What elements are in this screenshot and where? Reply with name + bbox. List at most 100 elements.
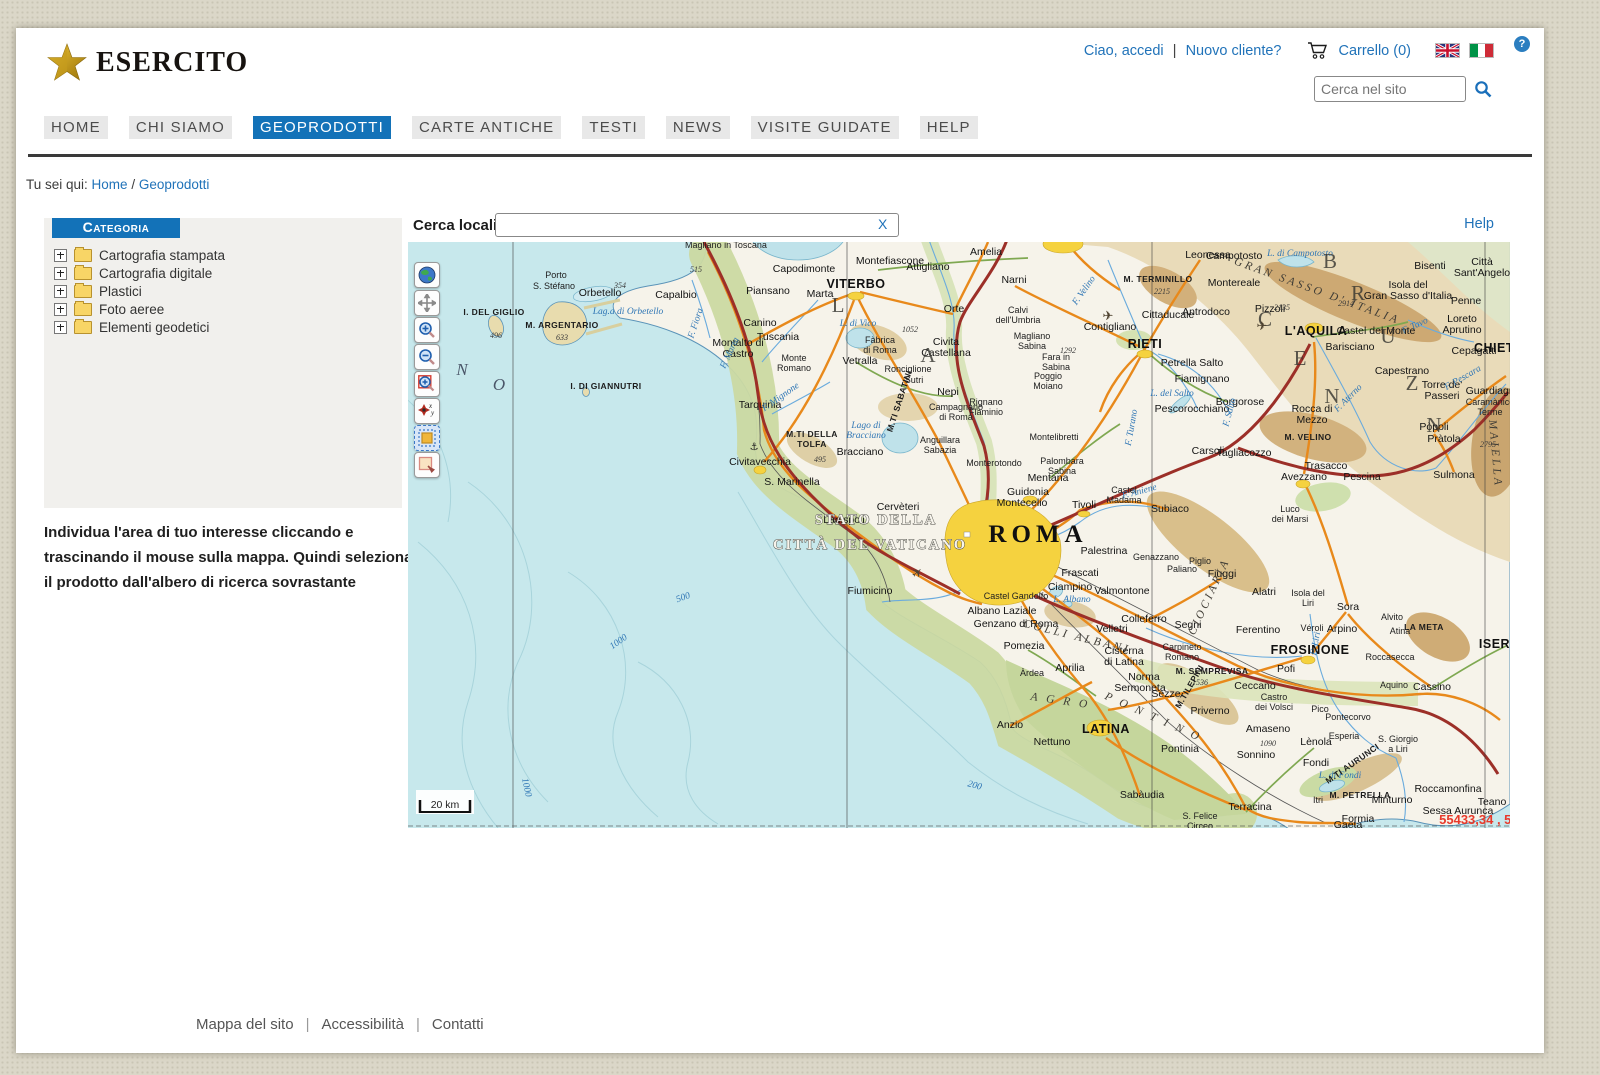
map-label: I. DEL GIGLIO	[463, 307, 524, 317]
map-image[interactable]: Magliano in ToscanaPortoS. StéfanoI. DEL…	[408, 242, 1510, 828]
map-label: S. Stéfano	[533, 281, 575, 291]
tree-item-plastici[interactable]: Plastici	[54, 282, 225, 300]
map-label: N	[455, 360, 469, 379]
tree-label[interactable]: Elementi geodetici	[99, 320, 209, 335]
nav-news[interactable]: NEWS	[666, 116, 730, 139]
map-label: Ceccano	[1234, 680, 1276, 692]
map-label: Trasacco	[1305, 460, 1348, 472]
clear-search-button[interactable]: X	[878, 216, 887, 232]
map-label: Frascati	[1061, 567, 1098, 579]
map-label: Lag.a di Orbetello	[592, 307, 664, 317]
tree-label[interactable]: Foto aeree	[99, 302, 164, 317]
expand-icon[interactable]	[54, 267, 67, 280]
map-label: ✈	[1103, 309, 1114, 324]
nav-home[interactable]: HOME	[44, 116, 108, 139]
map-label: Sabàudia	[1120, 789, 1165, 801]
tree-item-elementi-geodetici[interactable]: Elementi geodetici	[54, 318, 225, 336]
map-label: a Liri	[1388, 744, 1408, 754]
map-label: Amelia	[970, 246, 1002, 258]
xy-coordinates-icon: x y	[418, 402, 436, 420]
italy-flag-icon[interactable]	[1469, 43, 1494, 58]
map-label: ⚓	[750, 442, 759, 453]
map-label: Pomezia	[1004, 640, 1045, 652]
footer-contacts-link[interactable]: Contatti	[432, 1016, 484, 1033]
map-label: Amaseno	[1246, 723, 1291, 735]
map-label: Colleferro	[1121, 613, 1167, 625]
map-label: Albano Laziale	[968, 605, 1037, 617]
map-label: CITTÀ DEL VATICANO	[773, 536, 967, 553]
uk-flag-icon[interactable]	[1435, 43, 1460, 58]
breadcrumb: Tu sei qui: Home / Geoprodotti	[26, 177, 209, 192]
search-icon[interactable]	[1474, 80, 1492, 98]
nav-geoprodotti[interactable]: GEOPRODOTTI	[253, 116, 391, 139]
help-icon[interactable]: ?	[1514, 36, 1530, 52]
map-label: Tivoli	[1072, 499, 1096, 511]
map-label: TOLFA	[797, 439, 827, 449]
separator: |	[1173, 42, 1177, 59]
map-label: Roccamonfina	[1414, 783, 1481, 795]
cart-icon[interactable]	[1307, 41, 1329, 60]
extent-arrow-icon	[418, 456, 436, 474]
expand-icon[interactable]	[54, 249, 67, 262]
map-label: Pontinia	[1161, 743, 1199, 755]
breadcrumb-home-link[interactable]: Home	[92, 177, 128, 192]
map-coordinates-button[interactable]: x y	[414, 398, 440, 424]
expand-icon[interactable]	[54, 285, 67, 298]
map-globe-button[interactable]	[414, 262, 440, 288]
footer-sitemap-link[interactable]: Mappa del sito	[196, 1016, 294, 1033]
pan-icon	[418, 294, 436, 312]
map-pan-button[interactable]	[414, 290, 440, 316]
expand-icon[interactable]	[54, 303, 67, 316]
map-label: Montereale	[1208, 277, 1261, 289]
map-label: Sabazia	[924, 445, 957, 455]
map-label: Ciampino	[1048, 581, 1093, 593]
folder-icon	[74, 249, 92, 262]
login-link[interactable]: Ciao, accedi	[1084, 43, 1164, 59]
map-label: Nepi	[937, 386, 959, 398]
map-label: 515	[690, 265, 702, 274]
map-help-link[interactable]: Help	[1464, 216, 1494, 232]
tree-item-cartografia-stampata[interactable]: Cartografia stampata	[54, 246, 225, 264]
new-customer-link[interactable]: Nuovo cliente?	[1186, 43, 1282, 59]
tree-item-foto-aeree[interactable]: Foto aeree	[54, 300, 225, 318]
map-zoom-in-button[interactable]	[414, 317, 440, 343]
map-label: Gaeta	[1334, 819, 1363, 828]
footer-accessibility-link[interactable]: Accessibilità	[321, 1016, 404, 1033]
tree-label[interactable]: Plastici	[99, 284, 142, 299]
map-label: Valmontone	[1094, 585, 1149, 597]
map-label: Arpino	[1327, 623, 1358, 635]
tree-label[interactable]: Cartografia stampata	[99, 248, 225, 263]
map-label: Pescina	[1343, 471, 1381, 483]
map-viewport[interactable]: Magliano in ToscanaPortoS. StéfanoI. DEL…	[408, 242, 1510, 828]
zoom-out-icon	[418, 348, 436, 366]
map-label: Antrodoco	[1182, 306, 1230, 318]
nav-help[interactable]: HELP	[920, 116, 978, 139]
map-select-rectangle-button[interactable]	[414, 425, 440, 451]
map-label: Fara in	[1042, 352, 1070, 362]
locality-search-input[interactable]	[495, 213, 899, 237]
map-label: STATO DELLA	[815, 512, 937, 528]
map-label: 633	[556, 333, 568, 342]
nav-testi[interactable]: TESTI	[582, 116, 645, 139]
cart-link[interactable]: Carrello (0)	[1338, 43, 1411, 59]
nav-visite-guidate[interactable]: VISITE GUIDATE	[751, 116, 899, 139]
map-label: Pontecorvo	[1325, 712, 1371, 722]
map-extent-button[interactable]	[414, 452, 440, 478]
map-label: Isola del	[1291, 588, 1325, 598]
map-label: Sabina	[1042, 362, 1070, 372]
site-search-input[interactable]	[1314, 76, 1466, 102]
expand-icon[interactable]	[54, 321, 67, 334]
map-zoom-out-button[interactable]	[414, 344, 440, 370]
breadcrumb-current-link[interactable]: Geoprodotti	[139, 177, 210, 192]
map-label: Bracciano	[837, 446, 884, 458]
tree-item-cartografia-digitale[interactable]: Cartografia digitale	[54, 264, 225, 282]
nav-carte-antiche[interactable]: CARTE ANTICHE	[412, 116, 561, 139]
map-label: Montecelio	[997, 497, 1048, 509]
nav-chi-siamo[interactable]: CHI SIAMO	[129, 116, 232, 139]
map-label: Poggio	[1034, 371, 1062, 381]
map-label: M. TERMINILLO	[1124, 274, 1193, 284]
map-label: E	[1294, 346, 1307, 370]
map-zoom-box-button[interactable]	[414, 371, 440, 397]
tree-label[interactable]: Cartografia digitale	[99, 266, 212, 281]
map-label: L. di Vico	[839, 319, 877, 329]
